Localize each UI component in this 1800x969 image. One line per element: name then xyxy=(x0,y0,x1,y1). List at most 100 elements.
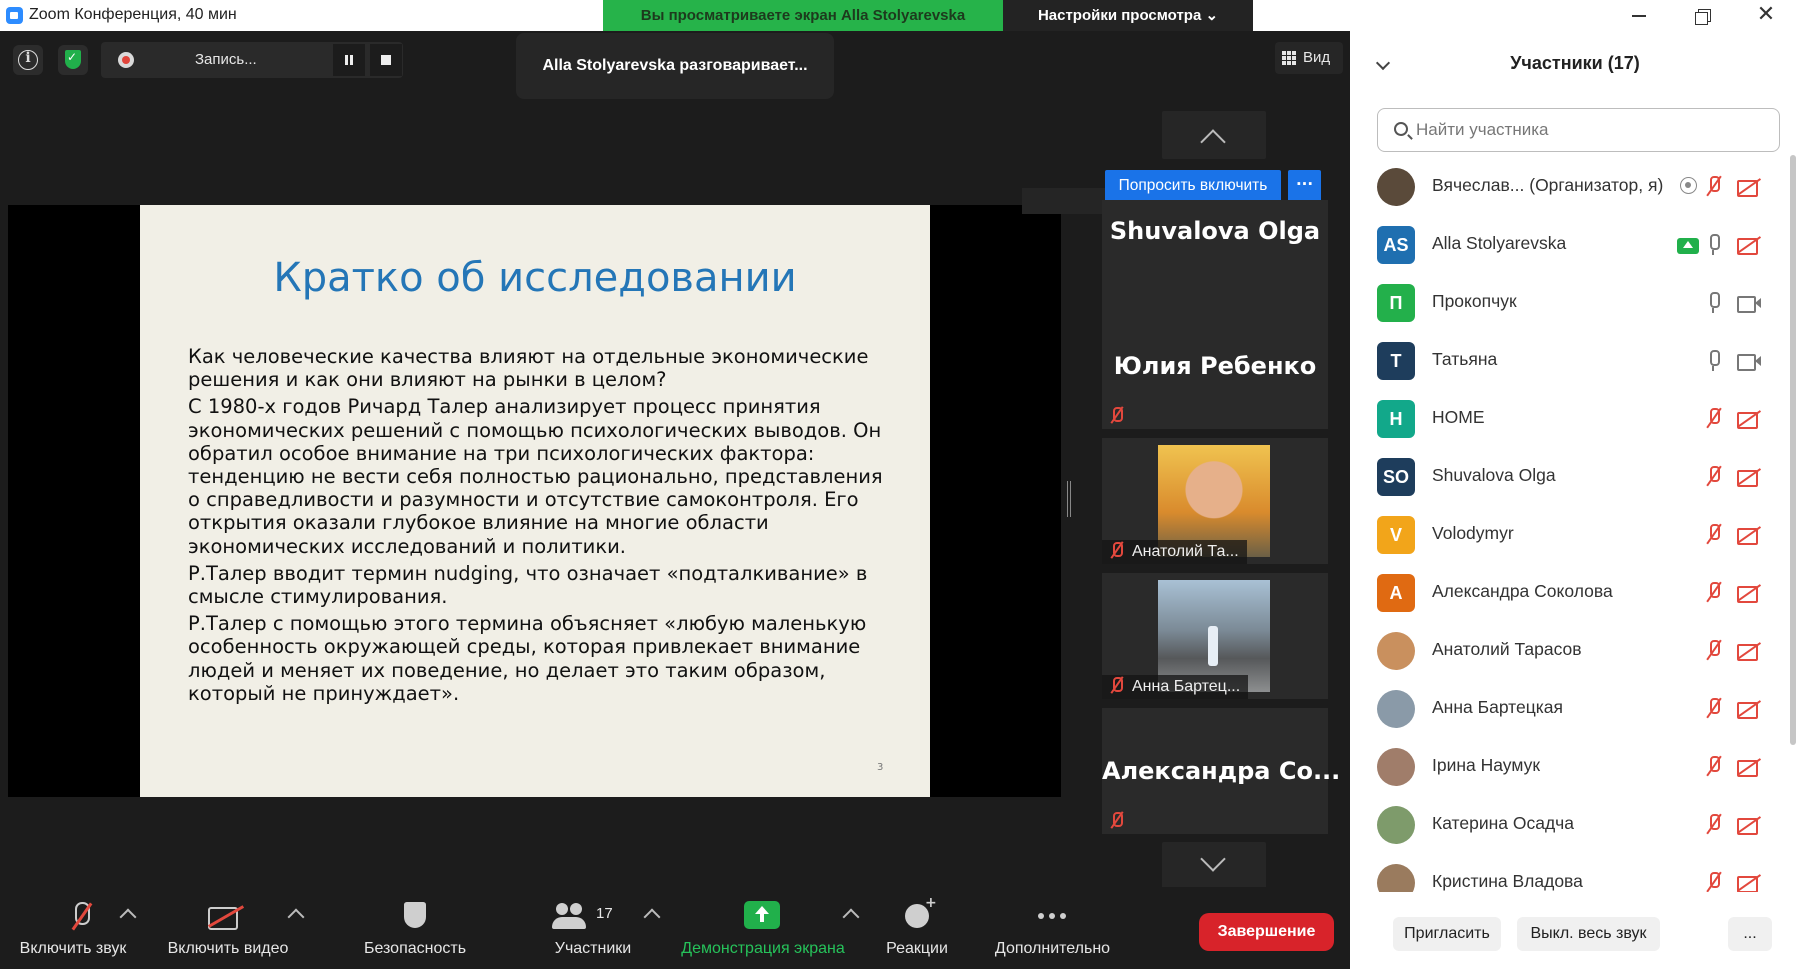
camera-off-icon[interactable] xyxy=(1736,465,1762,489)
participants-options-caret[interactable] xyxy=(643,908,661,926)
mic-icon[interactable] xyxy=(1702,349,1726,373)
camera-off-icon xyxy=(208,901,244,931)
participant-name: Вячеслав... (Организатор, я) xyxy=(1432,175,1664,195)
camera-off-icon[interactable] xyxy=(1736,581,1762,605)
camera-off-icon[interactable] xyxy=(1736,233,1762,257)
camera-off-icon[interactable] xyxy=(1736,755,1762,779)
mic-icon[interactable] xyxy=(1702,233,1726,257)
camera-off-icon[interactable] xyxy=(1736,407,1762,431)
mic-icon[interactable] xyxy=(1702,291,1726,315)
participant-search-input[interactable] xyxy=(1416,117,1766,143)
close-window-button[interactable]: ✕ xyxy=(1746,2,1786,28)
restore-window-button[interactable] xyxy=(1683,2,1723,28)
camera-off-icon[interactable] xyxy=(1736,697,1762,721)
gallery-scroll-down-button[interactable] xyxy=(1162,842,1266,890)
ellipsis-icon xyxy=(1034,901,1074,931)
meeting-info-icon[interactable] xyxy=(13,45,43,75)
view-button-label: Вид xyxy=(1303,49,1331,66)
participant-row[interactable]: SO Shuvalova Olga xyxy=(1350,447,1800,505)
mic-muted-icon[interactable] xyxy=(1702,465,1726,489)
avatar: A xyxy=(1377,574,1415,612)
audio-options-caret[interactable] xyxy=(119,908,137,926)
participant-row[interactable]: Вячеслав... (Организатор, я) xyxy=(1350,157,1800,215)
participants-panel: ✕ Участники (17) Вячеслав... (Организато… xyxy=(1350,0,1800,969)
share-screen-button[interactable]: Демонстрация экрана xyxy=(668,887,860,969)
mic-muted-icon[interactable] xyxy=(1702,175,1726,199)
mute-all-button[interactable]: Выкл. весь звук xyxy=(1517,917,1660,951)
camera-off-icon[interactable] xyxy=(1736,639,1762,663)
viewing-screen-banner: Вы просматриваете экран Alla Stolyarevsk… xyxy=(603,0,1003,31)
view-button[interactable]: Вид xyxy=(1275,42,1343,74)
recording-indicator-icon xyxy=(1680,177,1697,194)
mic-muted-icon[interactable] xyxy=(1702,581,1726,605)
participant-row[interactable]: V Volodymyr xyxy=(1350,505,1800,563)
gallery-scroll-up-button[interactable] xyxy=(1162,111,1266,159)
participant-row[interactable]: Кристина Владова xyxy=(1350,853,1800,892)
more-button[interactable]: Дополнительно xyxy=(980,887,1125,969)
share-options-caret[interactable] xyxy=(842,908,860,926)
participant-row[interactable]: T Татьяна xyxy=(1350,331,1800,389)
meeting-toolbar: Включить звук Включить видео Безопасност… xyxy=(0,887,1350,969)
mic-muted-icon xyxy=(1106,405,1126,425)
participants-button[interactable]: 17 Участники xyxy=(518,887,668,969)
participant-row[interactable]: Анна Бартецкая xyxy=(1350,679,1800,737)
avatar: T xyxy=(1377,342,1415,380)
camera-off-icon[interactable] xyxy=(1736,523,1762,547)
participant-row[interactable]: Анатолий Тарасов xyxy=(1350,621,1800,679)
avatar xyxy=(1377,806,1415,844)
mic-muted-icon[interactable] xyxy=(1702,697,1726,721)
pause-recording-button[interactable] xyxy=(333,44,365,76)
slide-paragraph: Р.Талер вводит термин nudging, что означ… xyxy=(188,561,868,609)
mic-muted-icon[interactable] xyxy=(1702,813,1726,837)
emoji-icon xyxy=(903,895,937,931)
start-video-button[interactable]: Включить видео xyxy=(158,887,305,969)
invite-button[interactable]: Пригласить xyxy=(1393,917,1501,951)
minimize-window-button[interactable] xyxy=(1618,2,1658,28)
meeting-window: Zoom Конференция, 40 мин Вы просматривае… xyxy=(0,0,1350,969)
slide-page-number: 3 xyxy=(877,762,884,773)
participant-row[interactable]: Катерина Осадча xyxy=(1350,795,1800,853)
participant-row[interactable]: П Прокопчук xyxy=(1350,273,1800,331)
camera-off-icon[interactable] xyxy=(1736,813,1762,837)
avatar xyxy=(1377,864,1415,892)
participant-row[interactable]: H HOME xyxy=(1350,389,1800,447)
participant-list: Вячеслав... (Организатор, я) AS Alla Stoly… xyxy=(1350,157,1800,892)
active-speaker-tooltip: Alla Stolyarevska разговаривает... xyxy=(516,33,834,99)
video-tile[interactable]: Александра Со... xyxy=(1102,708,1340,834)
stop-recording-button[interactable] xyxy=(370,44,402,76)
ask-to-unmute-button[interactable]: Попросить включить xyxy=(1105,170,1281,202)
panel-more-button[interactable]: ... xyxy=(1728,917,1772,951)
recording-label: Запись... xyxy=(195,51,257,68)
participant-row[interactable]: Ірина Наумук xyxy=(1350,737,1800,795)
video-tile[interactable]: Анна Бартец... xyxy=(1102,573,1328,699)
reactions-button[interactable]: Реакции xyxy=(872,887,962,969)
participant-row[interactable]: A Александра Соколова xyxy=(1350,563,1800,621)
search-icon xyxy=(1394,122,1408,136)
camera-off-icon[interactable] xyxy=(1736,175,1762,199)
participant-search[interactable] xyxy=(1377,108,1780,152)
mic-muted-icon[interactable] xyxy=(1702,871,1726,892)
mic-muted-icon[interactable] xyxy=(1702,639,1726,663)
participant-list-scrollbar[interactable] xyxy=(1790,155,1796,745)
tile-more-options-button[interactable]: ··· xyxy=(1288,170,1321,202)
gallery-splitter-handle[interactable] xyxy=(1067,481,1071,517)
slide-paragraph: С 1980-х годов Ричард Талер анализирует … xyxy=(188,395,883,558)
mic-muted-icon xyxy=(1106,675,1126,695)
encryption-shield-icon[interactable] xyxy=(58,45,88,75)
video-options-caret[interactable] xyxy=(287,908,305,926)
mic-muted-icon[interactable] xyxy=(1702,755,1726,779)
camera-icon[interactable] xyxy=(1736,349,1762,373)
camera-icon[interactable] xyxy=(1736,291,1762,315)
security-button[interactable]: Безопасность xyxy=(350,887,480,969)
view-settings-button[interactable]: Настройки просмотра ⌄ xyxy=(1003,0,1253,31)
camera-off-icon[interactable] xyxy=(1736,871,1762,892)
participant-row[interactable]: AS Alla Stolyarevska xyxy=(1350,215,1800,273)
video-tile[interactable]: Юлия Ребенко xyxy=(1102,303,1328,429)
mic-muted-icon[interactable] xyxy=(1702,407,1726,431)
unmute-button[interactable]: Включить звук xyxy=(8,887,138,969)
unmute-label: Включить звук xyxy=(19,940,127,957)
mic-muted-icon[interactable] xyxy=(1702,523,1726,547)
mic-muted-icon xyxy=(68,901,94,931)
video-tile[interactable]: Анатолий Та... xyxy=(1102,438,1328,564)
end-meeting-button[interactable]: Завершение xyxy=(1199,913,1334,951)
